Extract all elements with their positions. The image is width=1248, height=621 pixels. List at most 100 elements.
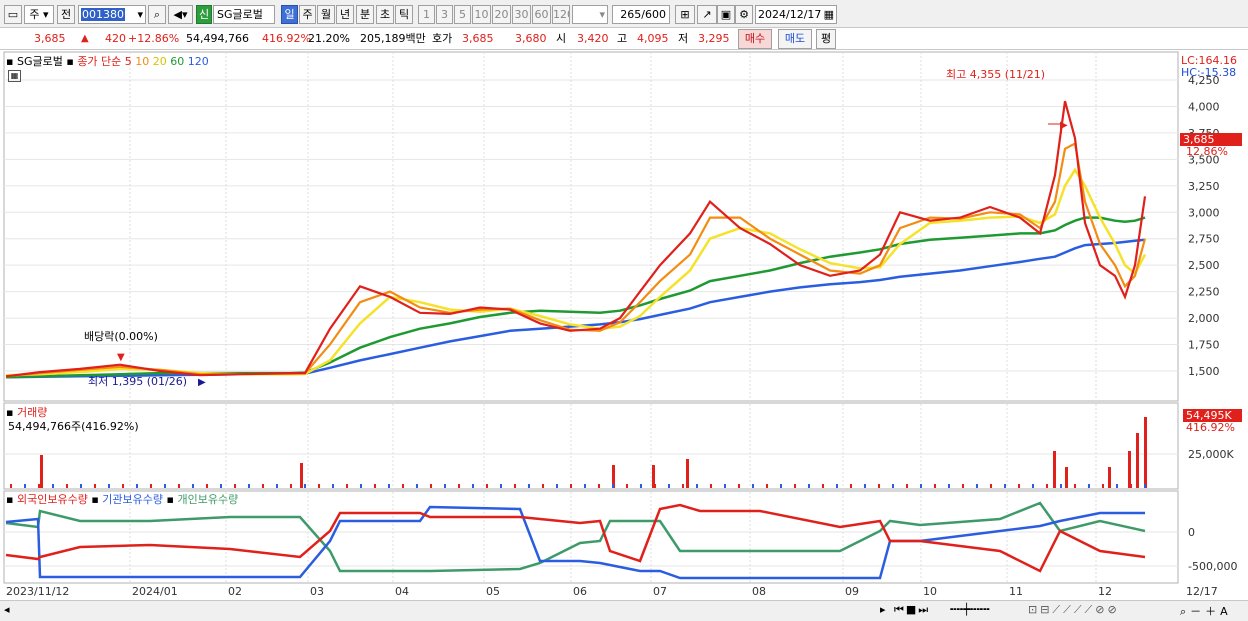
volume-bar: [906, 484, 908, 488]
volume-bar: [542, 484, 544, 488]
legend-institution: 기관보유수량: [102, 493, 164, 506]
x-tick-label: 11: [1009, 585, 1023, 598]
interval-10-button[interactable]: 10: [472, 5, 491, 24]
chart-area[interactable]: 4,2504,0003,7503,5003,2503,0002,7502,500…: [0, 51, 1248, 621]
scroll-right-icon[interactable]: ▸: [880, 603, 886, 616]
zoom-slider[interactable]: ╍╍┿╍╍╍: [950, 603, 990, 616]
gear-icon[interactable]: ⚙: [735, 5, 753, 24]
playback-controls-icon[interactable]: ⏮■⏭: [894, 603, 930, 617]
current-price: 3,685: [34, 32, 66, 45]
window-menu-icon[interactable]: ▭: [4, 5, 22, 24]
volume-ratio: 416.92%: [262, 32, 311, 45]
x-tick-label: 06: [573, 585, 587, 598]
period-minute-button[interactable]: 분: [356, 5, 374, 24]
period-year-button[interactable]: 년: [336, 5, 354, 24]
stock-chart-canvas[interactable]: 4,2504,0003,7503,5003,2503,0002,7502,500…: [0, 51, 1248, 600]
speaker-icon[interactable]: ◀▾: [168, 5, 193, 24]
interval-120-button[interactable]: 120: [552, 5, 570, 24]
volume-bar: [920, 484, 922, 488]
interval-3-button[interactable]: 3: [436, 5, 453, 24]
period-week-button[interactable]: 주: [299, 5, 316, 24]
legend-marker-icon: ▪: [66, 55, 74, 68]
date-value: 2024/12/17: [758, 8, 822, 21]
evaluate-button[interactable]: 평: [816, 29, 836, 49]
scroll-left-icon[interactable]: ◂: [4, 603, 10, 616]
volume-panel: [3, 402, 1179, 490]
volume-bar: [654, 484, 656, 488]
buy-button[interactable]: 매수: [738, 29, 772, 49]
stock-name-field[interactable]: SG글로벌: [213, 5, 275, 24]
volume-bar: [164, 484, 166, 488]
interval-dropdown-icon[interactable]: ▾: [599, 6, 605, 23]
volume-bar: [458, 484, 460, 488]
volume-bar: [948, 484, 950, 488]
table-view-icon[interactable]: ▦: [8, 70, 21, 82]
low-label: 저: [678, 32, 689, 45]
volume-bar: [206, 484, 208, 488]
chart-scrollbar[interactable]: ◂ ▸ ⏮■⏭ ╍╍┿╍╍╍ ⊡⊟⟋⟋⟋⟋⊘⊘ ⌕－＋A: [0, 600, 1248, 621]
calendar-icon[interactable]: ▦: [824, 6, 834, 23]
volume-box-pct: 416.92%: [1186, 421, 1235, 434]
volume-bar: [570, 484, 572, 488]
date-field[interactable]: 2024/12/17 ▦: [755, 5, 837, 24]
code-dropdown-icon[interactable]: ▾: [137, 6, 143, 23]
interval-1-button[interactable]: 1: [418, 5, 435, 24]
x-tick-label: 03: [310, 585, 324, 598]
x-tick-label: 2024/01: [132, 585, 178, 598]
interval-60-button[interactable]: 60: [532, 5, 551, 24]
volume-bar: [836, 484, 838, 488]
volume-bar: [864, 484, 866, 488]
volume-bar: [1128, 451, 1131, 488]
compare-icon[interactable]: ⊞: [675, 5, 695, 24]
search-icon[interactable]: ⌕: [148, 5, 166, 24]
volume-bar: [80, 484, 82, 488]
current-price-pct: 12.86%: [1186, 145, 1228, 158]
holding-tick-label: -500,000: [1188, 560, 1237, 573]
interval-custom-select[interactable]: ▾: [572, 5, 608, 24]
period-tick-button[interactable]: 틱: [395, 5, 413, 24]
volume-bar: [66, 484, 68, 488]
stock-code-input[interactable]: 001380 ▾: [78, 5, 146, 24]
period-month-button[interactable]: 월: [317, 5, 335, 24]
interval-30-button[interactable]: 30: [512, 5, 531, 24]
jeon-button[interactable]: 전: [57, 5, 75, 24]
volume-bar: [794, 484, 796, 488]
zoom-controls-icon[interactable]: ⌕－＋A: [1180, 603, 1232, 619]
draw-tools-icon[interactable]: ⊡⊟⟋⟋⟋⟋⊘⊘: [1028, 603, 1120, 617]
volume-bar: [1116, 484, 1118, 488]
price-legend: ▪ SG글로벌 ▪ 종가 단순 5 10 20 60 120: [6, 53, 209, 69]
x-tick-label: 12: [1098, 585, 1112, 598]
volume-bar: [24, 484, 26, 488]
volume-bar: [1018, 484, 1020, 488]
legend-ma20: 20: [152, 55, 167, 68]
volume-bar: [290, 484, 292, 488]
interval-20-button[interactable]: 20: [492, 5, 511, 24]
sell-button[interactable]: 매도: [778, 29, 812, 49]
period-day-button[interactable]: 일: [281, 5, 298, 24]
x-tick-label: 04: [395, 585, 409, 598]
period-second-button[interactable]: 초: [376, 5, 394, 24]
volume-bar: [136, 484, 138, 488]
volume-bar: [626, 484, 628, 488]
volume-bar: [1004, 484, 1006, 488]
data-count-field[interactable]: 265/600: [612, 5, 670, 24]
draw-tool-icon[interactable]: ↗: [697, 5, 717, 24]
quote-bar: 3,685 ▲ 420 +12.86% 54,494,766 416.92% 2…: [0, 28, 1248, 50]
trade-amount: 205,189백만: [360, 32, 426, 45]
x-tick-label: 07: [653, 585, 667, 598]
volume-bar: [94, 484, 96, 488]
bid-price: 3,680: [515, 32, 547, 45]
save-icon[interactable]: ▣: [717, 5, 735, 24]
volume-bar: [556, 484, 558, 488]
volume-bar: [10, 484, 12, 488]
volume-bar: [276, 484, 278, 488]
volume-bar: [1046, 484, 1048, 488]
volume-bar: [40, 455, 43, 488]
volume-bar: [1144, 417, 1147, 488]
volume-bar: [612, 484, 614, 488]
volume-bar: [766, 484, 768, 488]
volume-value: 54,494,766: [186, 32, 249, 45]
volume-bar: [752, 484, 754, 488]
period-main-select[interactable]: 주 ▾: [24, 5, 54, 24]
interval-5-button[interactable]: 5: [454, 5, 471, 24]
